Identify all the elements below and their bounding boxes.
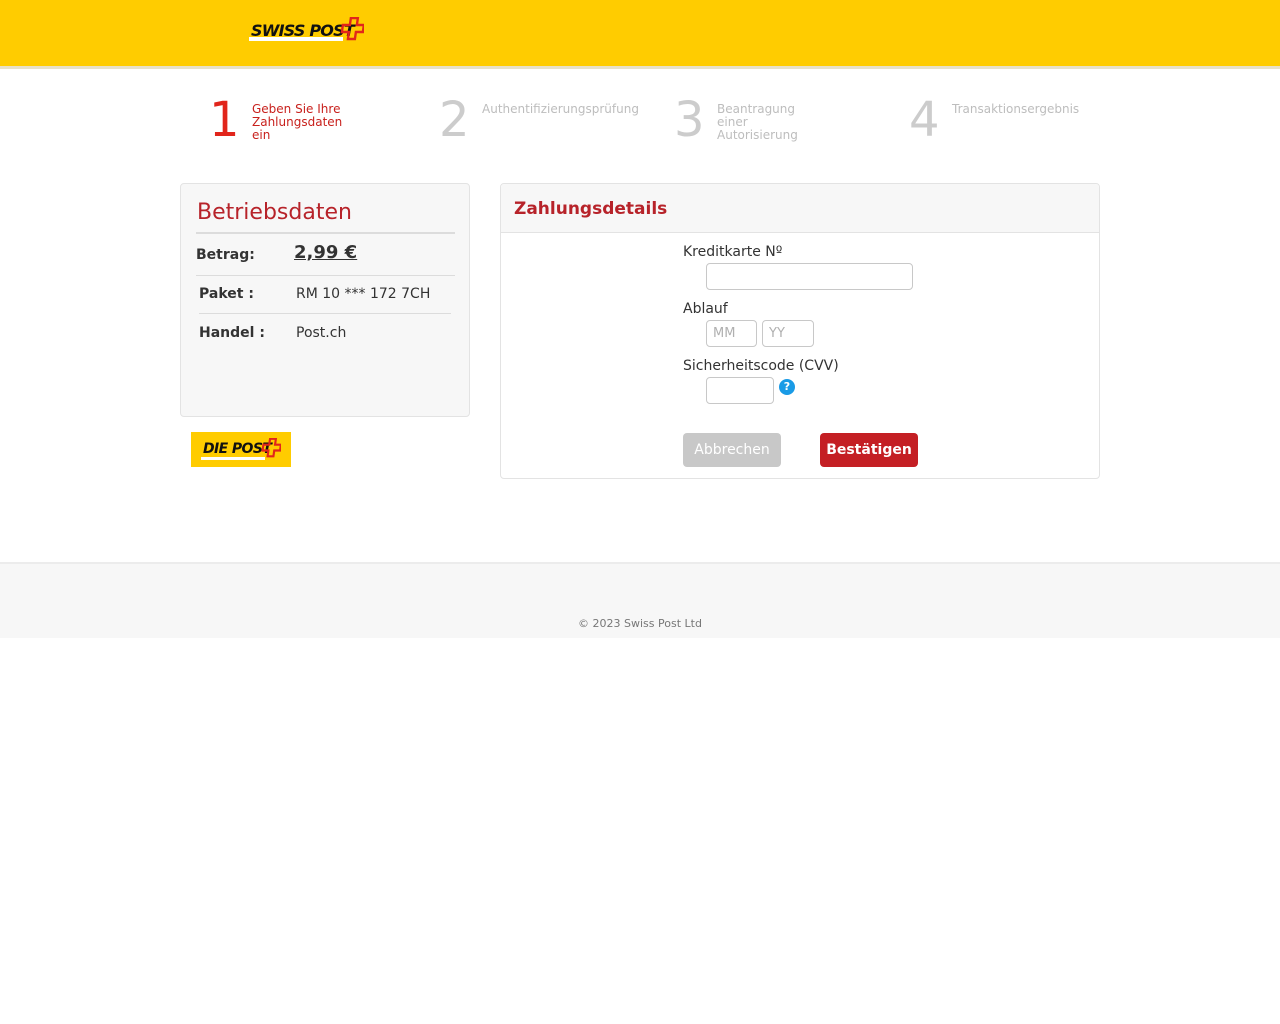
paket-value: RM 10 *** 172 7CH xyxy=(296,286,431,302)
handel-label: Handel : xyxy=(199,325,265,341)
footer: © 2023 Swiss Post Ltd xyxy=(0,562,1280,638)
cvv-label: Sicherheitscode (CVV) xyxy=(683,358,839,374)
step-number: 4 xyxy=(909,92,940,148)
swiss-cross-icon xyxy=(340,17,364,41)
payment-details-title: Zahlungsdetails xyxy=(514,199,668,219)
step-label: Geben Sie Ihre Zahlungsdaten ein xyxy=(252,102,343,142)
amount-row: Betrag: 2,99 € xyxy=(196,236,455,276)
logo-text: SWISS POST xyxy=(251,21,355,40)
card-number-label: Kreditkarte Nº xyxy=(683,244,783,260)
title-divider xyxy=(196,232,455,234)
step-label: Beantragung einer Autorisierung xyxy=(717,102,798,142)
logo-underline xyxy=(201,457,265,460)
amount-label: Betrag: xyxy=(196,247,255,263)
amount-value: 2,99 € xyxy=(294,242,358,263)
expiry-year-input[interactable] xyxy=(762,320,814,347)
confirm-button[interactable]: Bestätigen xyxy=(820,433,918,467)
expiry-label: Ablauf xyxy=(683,301,728,317)
expiry-month-input[interactable] xyxy=(706,320,757,347)
copyright-text: © 2023 Swiss Post Ltd xyxy=(578,617,702,630)
progress-steps: 1 Geben Sie Ihre Zahlungsdaten ein 2 Aut… xyxy=(0,92,1280,152)
step-number: 1 xyxy=(209,92,240,148)
business-data-panel: Betriebsdaten Betrag: 2,99 € Paket : RM … xyxy=(180,183,470,417)
handel-value: Post.ch xyxy=(296,325,347,341)
header-bar: SWISS POST xyxy=(0,0,1280,69)
cvv-input[interactable] xyxy=(706,377,774,404)
step-number: 3 xyxy=(674,92,705,148)
swiss-cross-icon xyxy=(261,438,281,458)
payment-details-header: Zahlungsdetails xyxy=(501,184,1099,233)
paket-label: Paket : xyxy=(199,286,254,302)
handel-row: Handel : Post.ch xyxy=(199,315,451,353)
die-post-logo: DIE POST xyxy=(191,432,291,467)
help-icon[interactable]: ? xyxy=(779,379,795,395)
card-number-input[interactable] xyxy=(706,263,913,290)
cancel-button[interactable]: Abbrechen xyxy=(683,433,781,467)
business-data-title: Betriebsdaten xyxy=(197,200,352,225)
payment-details-panel: Zahlungsdetails Kreditkarte Nº Ablauf Si… xyxy=(500,183,1100,479)
step-label: Authentifizierungsprüfung xyxy=(482,102,639,116)
step-number: 2 xyxy=(439,92,470,148)
step-label: Transaktionsergebnis xyxy=(952,102,1080,116)
swiss-post-logo[interactable]: SWISS POST xyxy=(249,17,365,43)
paket-row: Paket : RM 10 *** 172 7CH xyxy=(199,276,451,314)
